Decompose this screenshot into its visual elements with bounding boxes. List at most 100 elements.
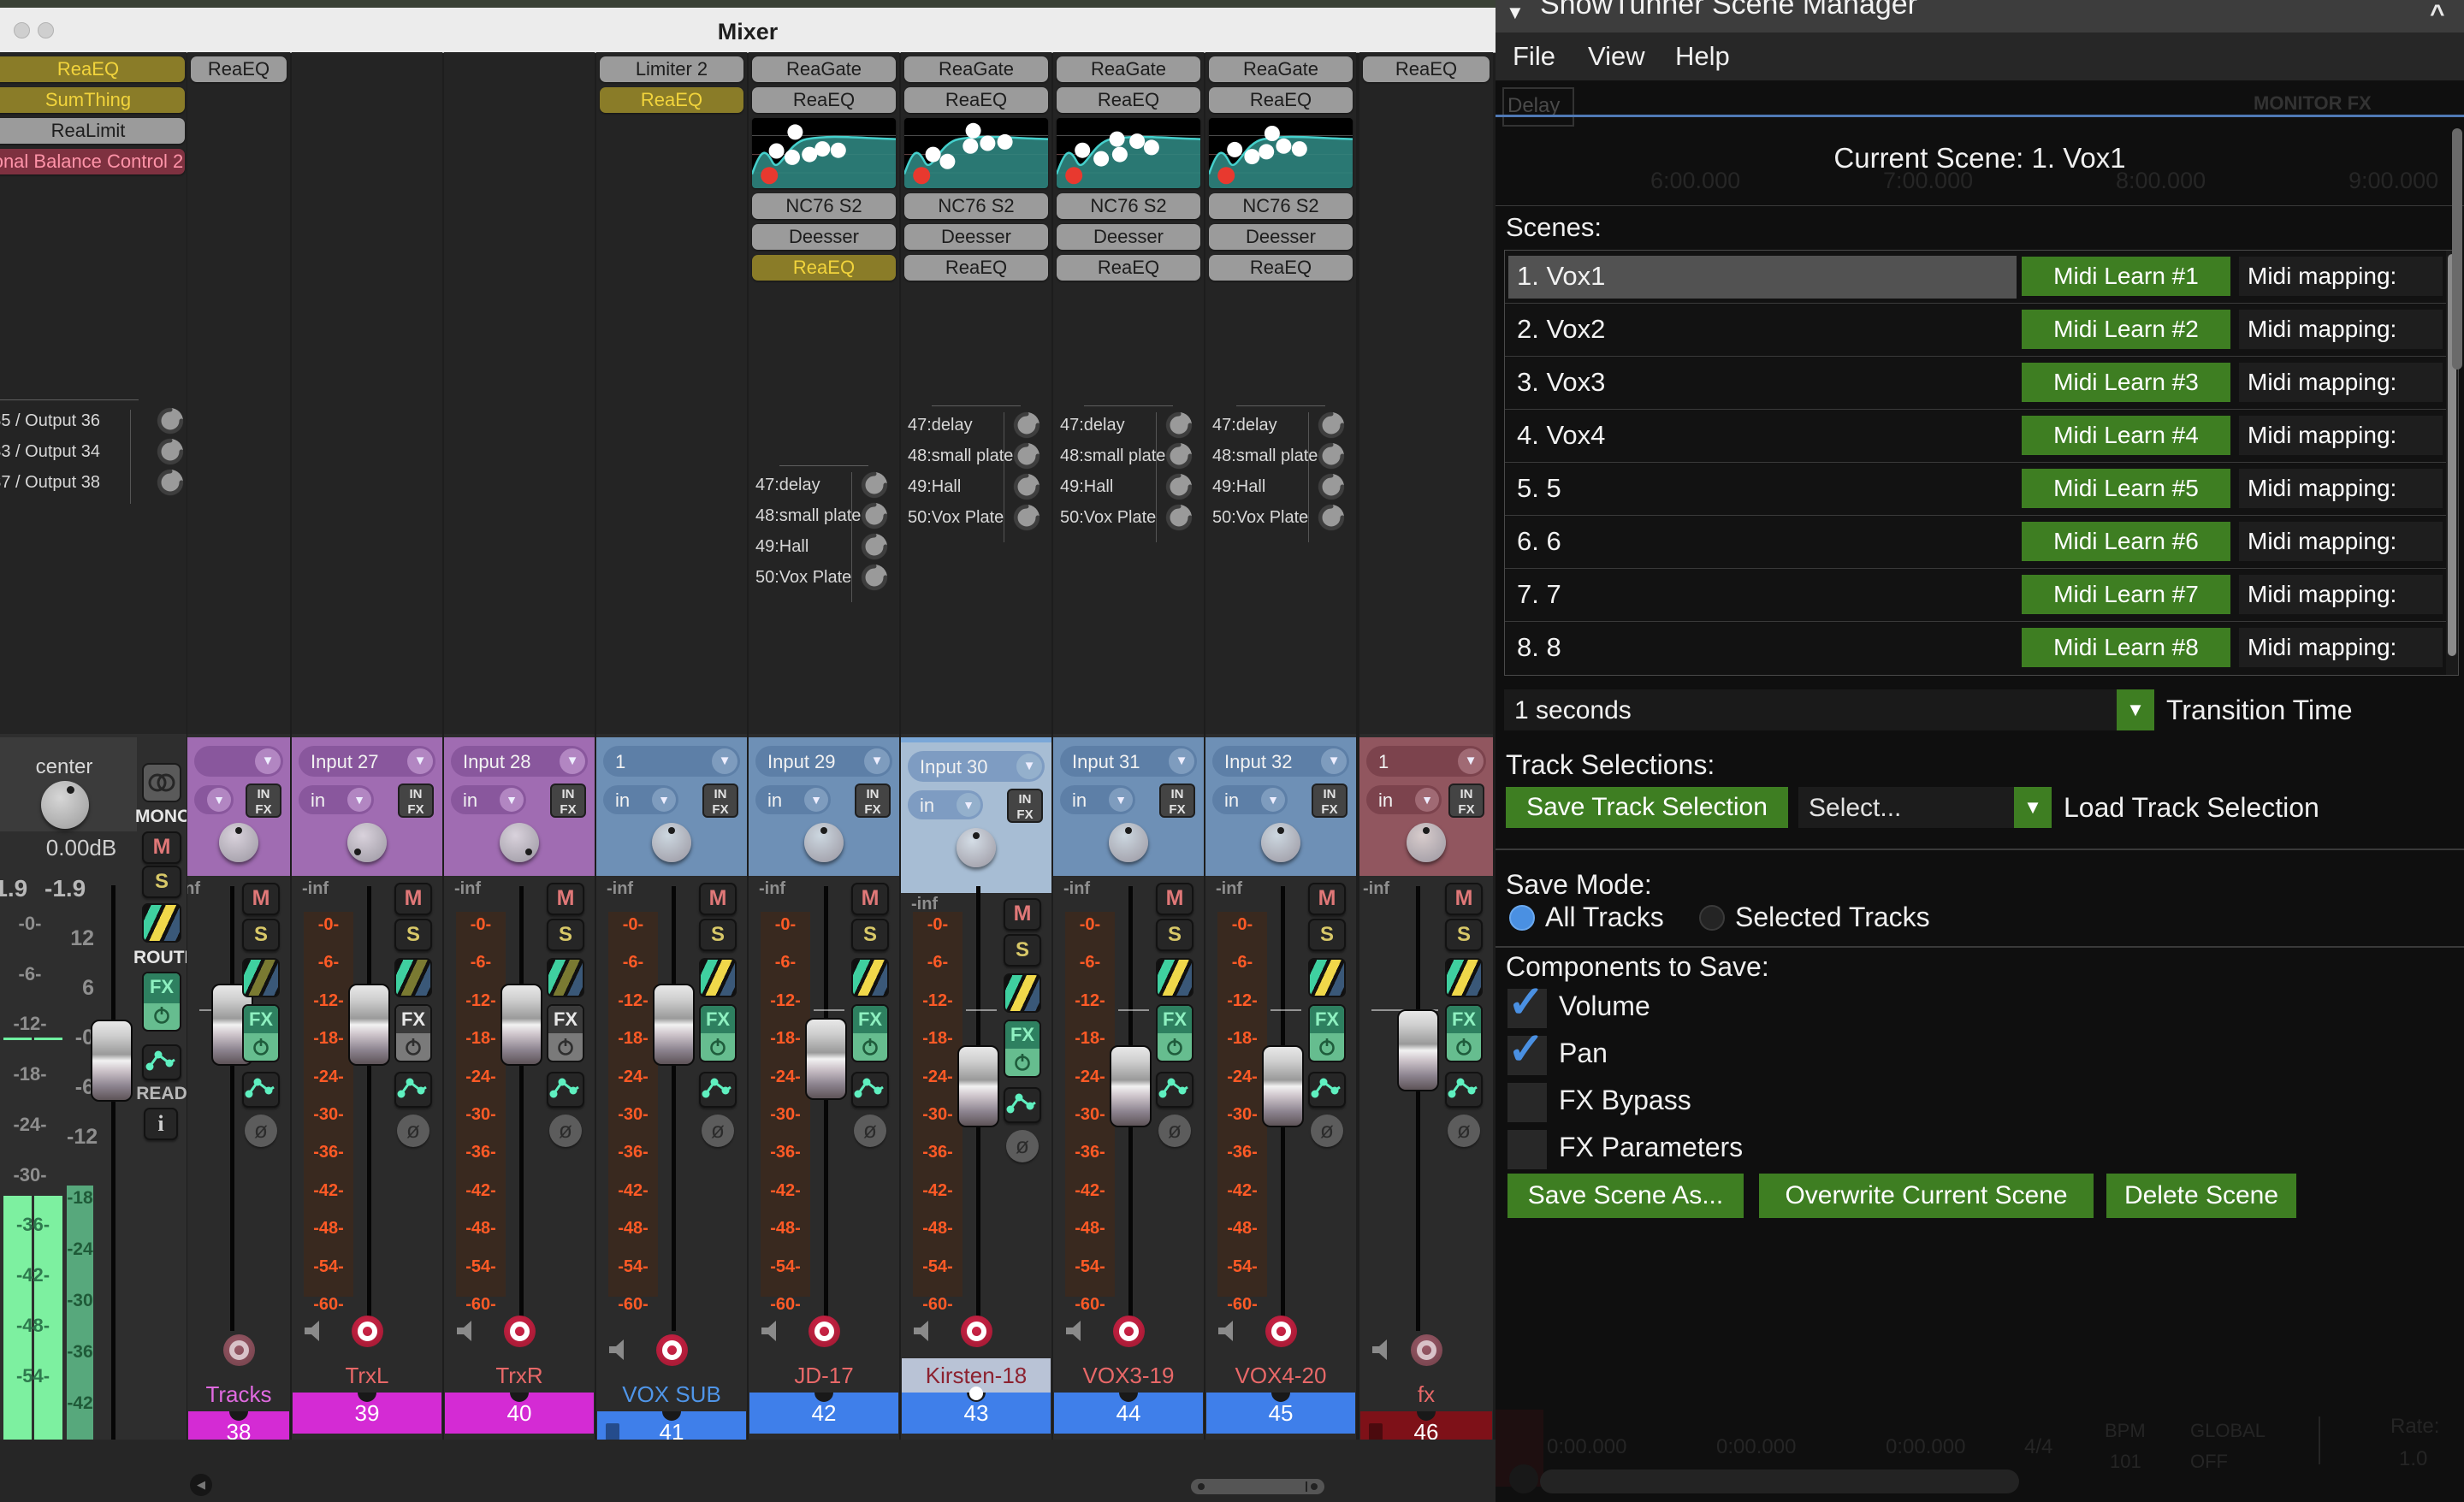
eq-graph-thumbnail[interactable] [904,118,1048,188]
record-arm-button[interactable] [1411,1334,1442,1366]
track-name[interactable]: VOX SUB [596,1381,747,1408]
input-fx-button[interactable]: INFX [398,784,434,818]
scene-name[interactable]: 3. Vox3 [1517,367,1605,398]
fx-slot[interactable]: ReaGate [752,56,896,82]
fx-power-icon[interactable] [1164,1037,1185,1061]
midi-learn-button[interactable]: Midi Learn #4 [2022,416,2230,455]
scene-row[interactable]: 3. Vox3Midi Learn #3Midi mapping: [1505,357,2458,410]
midi-learn-button[interactable]: Midi Learn #2 [2022,310,2230,349]
send-knob[interactable] [1164,472,1194,501]
record-arm-button[interactable] [1113,1316,1145,1347]
send-knob[interactable] [860,563,889,592]
fx-slot[interactable]: ReaEQ [1057,255,1200,281]
fx-button[interactable]: FX [547,1004,584,1062]
midi-learn-button[interactable]: Midi Learn #1 [2022,257,2230,296]
fx-button[interactable]: FX [242,1004,280,1062]
fx-slot[interactable]: ReaEQ [1363,56,1490,82]
fx-power-icon[interactable] [555,1037,576,1061]
input-mode-dropdown-icon[interactable]: ▼ [207,788,231,812]
solo-button[interactable]: S [1445,919,1483,951]
input-mode-selector[interactable]: in▼ [299,785,374,814]
component-checkbox-fx-bypass[interactable] [1507,1083,1547,1122]
fader-handle[interactable] [1397,1009,1439,1091]
fader-track[interactable] [672,886,676,1331]
track-number-strip[interactable]: 42 [749,1393,898,1434]
fx-slot[interactable]: ReaEQ [191,56,287,82]
input-fx-button[interactable]: INFX [702,784,738,818]
input-selector[interactable]: Input 28▼ [451,746,588,777]
input-selector[interactable]: Input 31▼ [1060,746,1197,777]
send-knob[interactable] [860,532,889,561]
scene-row[interactable]: 7. 7Midi Learn #7Midi mapping: [1505,569,2458,622]
input-dropdown-icon[interactable]: ▼ [1016,754,1042,779]
record-arm-button[interactable] [961,1316,992,1347]
fader-handle[interactable] [1110,1045,1152,1127]
mute-button[interactable]: M [1004,898,1041,931]
phase-button[interactable]: ø [854,1115,886,1147]
pan-knob[interactable] [1407,823,1446,862]
fx-slot[interactable]: ReaEQ [904,255,1048,281]
route-button[interactable] [1308,958,1346,997]
menu-file[interactable]: File [1513,41,1555,72]
scene-row[interactable]: 4. Vox4Midi Learn #4Midi mapping: [1505,410,2458,463]
master-info-button[interactable]: i [144,1108,178,1140]
horizontal-scrollbar[interactable] [1191,1479,1324,1494]
input-mode-selector[interactable]: in▼ [755,785,831,814]
fx-button[interactable]: FX [699,1004,737,1062]
send-knob[interactable] [1012,503,1041,532]
master-send-knob[interactable] [156,437,185,466]
fx-slot[interactable]: ReaEQ [600,87,743,113]
input-mode-dropdown-icon[interactable]: ▼ [804,788,828,812]
solo-button[interactable]: S [1156,919,1194,951]
input-fx-button[interactable]: INFX [855,784,891,818]
mute-button[interactable]: M [394,883,432,915]
master-fx-slot[interactable]: ReaEQ [0,56,185,82]
track-number-strip[interactable]: 44 [1054,1393,1203,1434]
master-solo-button[interactable]: S [142,866,181,898]
master-send-knob[interactable] [156,406,185,435]
menu-view[interactable]: View [1588,41,1645,72]
mute-button[interactable]: M [1156,883,1194,915]
input-mode-selector[interactable]: in▼ [603,785,678,814]
solo-button[interactable]: S [394,919,432,951]
route-button[interactable] [242,958,280,997]
fx-slot[interactable]: NC76 S2 [904,193,1048,219]
route-button[interactable] [1156,958,1194,997]
fx-slot[interactable]: Deesser [752,224,896,250]
save-scene-as-button[interactable]: Save Scene As... [1507,1174,1744,1218]
fx-power-icon[interactable] [1454,1037,1474,1061]
input-mode-dropdown-icon[interactable]: ▼ [957,793,980,817]
fx-power-icon[interactable] [403,1037,424,1061]
pan-knob[interactable] [1109,823,1148,862]
pan-knob[interactable] [804,823,844,862]
input-mode-selector[interactable]: in▼ [1212,785,1288,814]
master-fader-handle[interactable] [91,1020,133,1102]
panel-minimize-icon[interactable]: ^ [2430,0,2445,29]
midi-learn-button[interactable]: Midi Learn #7 [2022,575,2230,614]
save-track-selection-button[interactable]: Save Track Selection [1506,787,1788,828]
fader-track[interactable] [824,886,828,1331]
master-fx-slot[interactable]: ReaLimit [0,118,185,144]
input-fx-button[interactable]: INFX [1007,789,1043,823]
record-arm-button[interactable] [1265,1316,1297,1347]
track-name[interactable]: Tracks [187,1381,290,1408]
master-fader-track[interactable] [111,885,116,1446]
menu-help[interactable]: Help [1675,41,1730,72]
input-selector[interactable]: 1▼ [603,746,740,777]
scene-row[interactable]: 2. Vox2Midi Learn #2Midi mapping: [1505,304,2458,357]
input-fx-button[interactable]: INFX [1312,784,1348,818]
record-arm-button[interactable] [223,1334,255,1366]
mono-button[interactable] [142,763,181,802]
pan-knob[interactable] [652,823,691,862]
record-arm-button[interactable] [504,1316,536,1347]
input-mode-dropdown-icon[interactable]: ▼ [652,788,676,812]
fx-slot[interactable]: NC76 S2 [752,193,896,219]
fader-handle[interactable] [500,984,542,1066]
pan-knob[interactable] [957,828,996,867]
master-fx-power-icon[interactable] [151,1005,172,1030]
track-name[interactable]: VOX4-20 [1205,1363,1356,1389]
mute-button[interactable]: M [1445,883,1483,915]
phase-button[interactable]: ø [1006,1130,1039,1162]
track-number-strip[interactable]: 40 [445,1393,594,1434]
track-number-strip[interactable]: 39 [293,1393,441,1434]
